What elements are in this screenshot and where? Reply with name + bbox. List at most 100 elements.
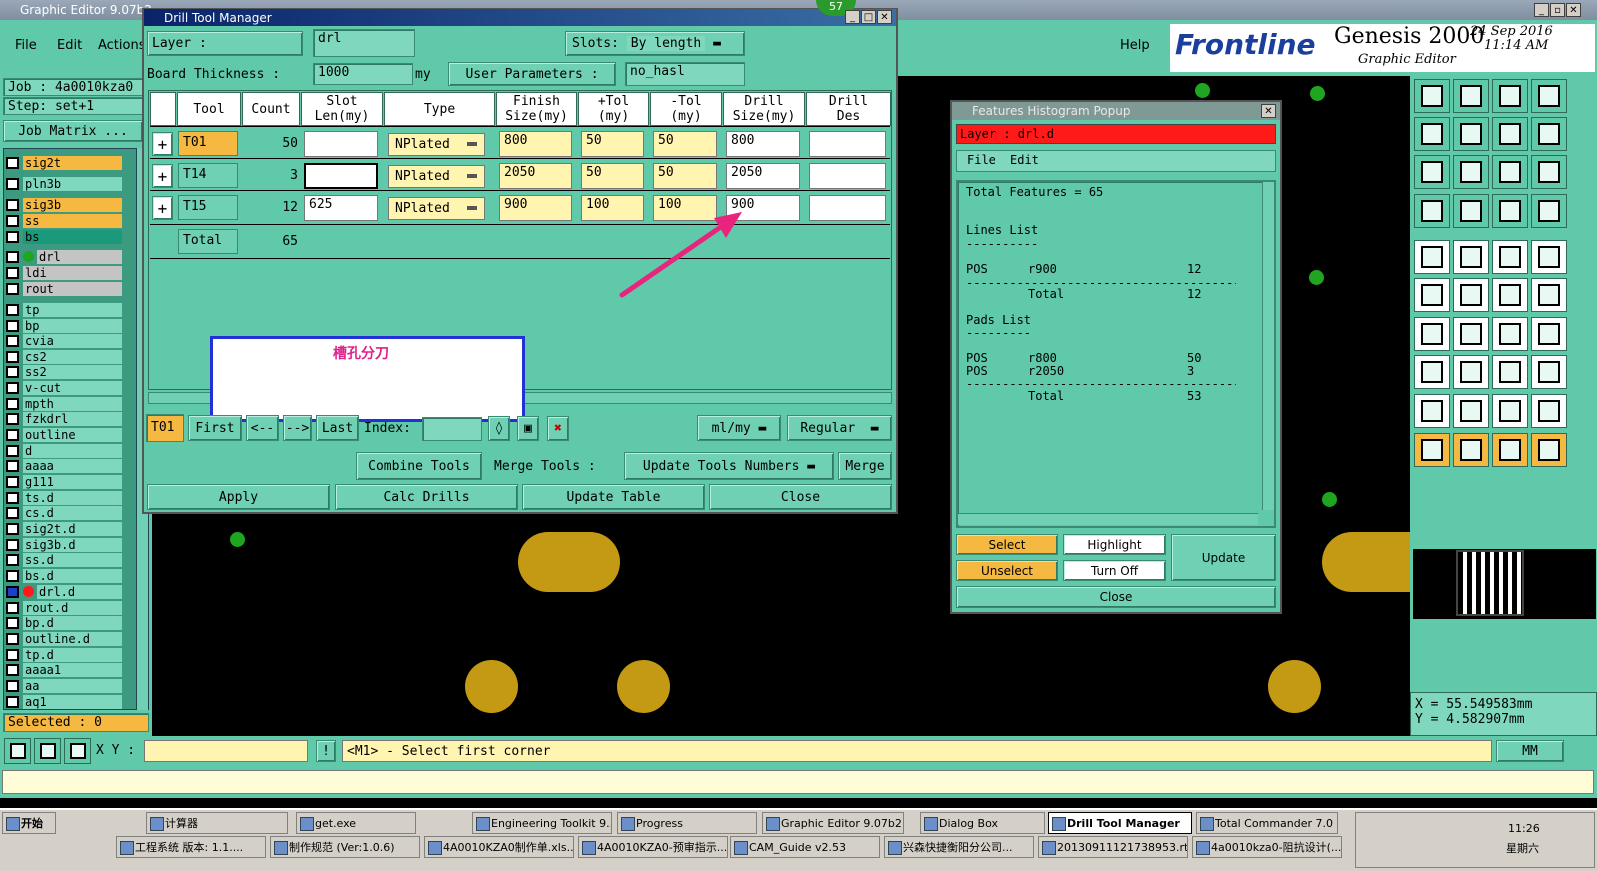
layer-checkbox[interactable] xyxy=(6,538,19,551)
grid-tool-icon[interactable] xyxy=(64,738,91,764)
layer-item[interactable]: tp.d xyxy=(6,647,122,662)
dtm-close-icon[interactable]: ✕ xyxy=(877,10,892,24)
taskbar-item[interactable]: 20130911121738953.rt... xyxy=(1038,836,1188,858)
taskbar-item[interactable]: Total Commander 7.0 ... xyxy=(1196,812,1338,834)
filter-tool-icon[interactable] xyxy=(1414,194,1450,228)
move-right-tool-icon[interactable] xyxy=(1453,117,1489,151)
taskbar-item[interactable]: 工程系统 版本: 1.1.... xyxy=(116,836,266,858)
scale-tool-icon[interactable] xyxy=(1492,155,1528,189)
layer-item[interactable]: rout xyxy=(6,281,122,296)
slot-input[interactable]: 625 xyxy=(304,195,378,221)
nav-first-button[interactable]: First xyxy=(188,415,242,441)
fhp-highlight-button[interactable]: Highlight xyxy=(1063,534,1166,555)
layer-item[interactable]: ss2 xyxy=(6,364,122,379)
ptol-input[interactable]: 50 xyxy=(581,131,644,157)
layer-item[interactable]: aaaa xyxy=(6,458,122,473)
layer-item[interactable]: pln3b xyxy=(6,176,122,191)
layer-item[interactable]: sig2t xyxy=(6,155,122,170)
layer-checkbox[interactable] xyxy=(6,198,19,211)
layer-checkbox[interactable] xyxy=(6,350,19,363)
layer-checkbox[interactable] xyxy=(6,648,19,661)
layer-item[interactable]: g111 xyxy=(6,474,122,489)
alert-icon[interactable]: ! xyxy=(316,740,336,762)
menu-help[interactable]: Help xyxy=(1120,38,1150,53)
grid-tool-icon[interactable] xyxy=(1453,194,1489,228)
layer-checkbox[interactable] xyxy=(6,156,19,169)
ruler-tool-icon[interactable] xyxy=(1492,240,1528,274)
des-input[interactable] xyxy=(809,131,886,157)
snap-tool-icon[interactable] xyxy=(1492,117,1528,151)
layer-checkbox[interactable] xyxy=(6,334,19,347)
layer-item[interactable]: ts.d xyxy=(6,490,122,505)
layer-item[interactable]: cvia xyxy=(6,333,122,348)
layer-checkbox[interactable] xyxy=(6,230,19,243)
layer-checkbox[interactable] xyxy=(6,491,19,504)
layer-checkbox[interactable] xyxy=(6,522,19,535)
fhp-turnoff-button[interactable]: Turn Off xyxy=(1063,560,1166,581)
pointer-d-tool-icon[interactable] xyxy=(1531,433,1567,467)
layer-checkbox[interactable] xyxy=(6,695,19,708)
layer-item[interactable]: d xyxy=(6,443,122,458)
resize-tool-icon[interactable] xyxy=(1492,355,1528,389)
taskbar-item[interactable]: Drill Tool Manager xyxy=(1048,812,1192,834)
units-dropdown[interactable]: ml/my ▬ xyxy=(697,415,781,441)
route-a-tool-icon[interactable] xyxy=(1492,194,1528,228)
layer-item[interactable]: aa xyxy=(6,678,122,693)
layer-checkbox[interactable] xyxy=(6,506,19,519)
layer-checkbox[interactable] xyxy=(6,381,19,394)
lock-icon[interactable]: ◊ xyxy=(488,416,510,441)
layer-item[interactable]: sig3b xyxy=(6,197,122,212)
mode-dropdown[interactable]: Regular ▬ xyxy=(787,415,892,441)
row-expand-icon[interactable]: + xyxy=(152,164,173,188)
taskbar-item[interactable]: 4A0010KZA0-预审指示... xyxy=(578,836,728,858)
layer-item[interactable]: outline.d xyxy=(6,631,122,646)
slots-select[interactable]: Slots: By length ▬ xyxy=(565,31,745,56)
layer-item[interactable]: aq1 xyxy=(6,694,122,709)
layer-item[interactable]: ss.d xyxy=(6,552,122,567)
fhp-close-button[interactable]: Close xyxy=(956,586,1276,608)
layer-checkbox[interactable] xyxy=(6,365,19,378)
fhp-menu-edit[interactable]: Edit xyxy=(1010,153,1039,167)
line-b-tool-icon[interactable] xyxy=(1531,278,1567,312)
fhp-menu-file[interactable]: File xyxy=(967,153,996,167)
fhp-select-button[interactable]: Select xyxy=(956,534,1058,555)
dtm-maximize-icon[interactable]: □ xyxy=(861,10,876,24)
layer-item[interactable]: aaaa1 xyxy=(6,662,122,677)
taskbar-item[interactable]: Progress xyxy=(617,812,757,834)
layer-item[interactable]: ss xyxy=(6,213,122,228)
slot-input[interactable] xyxy=(304,131,378,157)
mtol-input[interactable]: 50 xyxy=(653,131,717,157)
slot-input[interactable] xyxy=(304,163,378,189)
boxes-tool-icon[interactable] xyxy=(1531,355,1567,389)
layer-item[interactable]: sig2t.d xyxy=(6,521,122,536)
mtol-input[interactable]: 50 xyxy=(653,163,717,189)
pad-tool-icon[interactable] xyxy=(1414,240,1450,274)
nav-last-button[interactable]: Last xyxy=(316,415,359,441)
circle-tool-icon[interactable] xyxy=(1531,240,1567,274)
tool-name[interactable]: T14 xyxy=(178,163,238,188)
restore-icon[interactable]: ▫ xyxy=(1550,3,1565,17)
minus-tool-icon[interactable] xyxy=(1453,355,1489,389)
merge-button[interactable]: Merge xyxy=(838,452,892,480)
layer-checkbox[interactable] xyxy=(6,214,19,227)
layer-checkbox[interactable] xyxy=(6,428,19,441)
minimize-icon[interactable]: _ xyxy=(1534,3,1549,17)
des-input[interactable] xyxy=(809,163,886,189)
row-expand-icon[interactable]: + xyxy=(152,132,173,156)
fit-tool-icon[interactable] xyxy=(1414,155,1450,189)
fhp-unselect-button[interactable]: Unselect xyxy=(956,560,1058,581)
fhp-update-button[interactable]: Update xyxy=(1171,534,1276,581)
help-tool-icon[interactable] xyxy=(1531,155,1567,189)
board-thickness-input[interactable]: 1000 xyxy=(313,63,413,85)
job-matrix-button[interactable]: Job Matrix ... xyxy=(3,120,143,142)
apply-button[interactable]: Apply xyxy=(147,484,330,510)
tri-b-tool-icon[interactable] xyxy=(1453,394,1489,428)
layout-tool-icon[interactable] xyxy=(1531,79,1567,113)
taskbar-item[interactable]: 计算器 xyxy=(146,812,288,834)
menu-edit[interactable]: Edit xyxy=(57,38,82,53)
layer-checkbox[interactable] xyxy=(6,266,19,279)
tool-name[interactable]: T15 xyxy=(178,195,238,220)
layer-checkbox[interactable] xyxy=(6,585,19,598)
des-input[interactable] xyxy=(809,195,886,221)
step-tool-icon[interactable] xyxy=(1531,117,1567,151)
